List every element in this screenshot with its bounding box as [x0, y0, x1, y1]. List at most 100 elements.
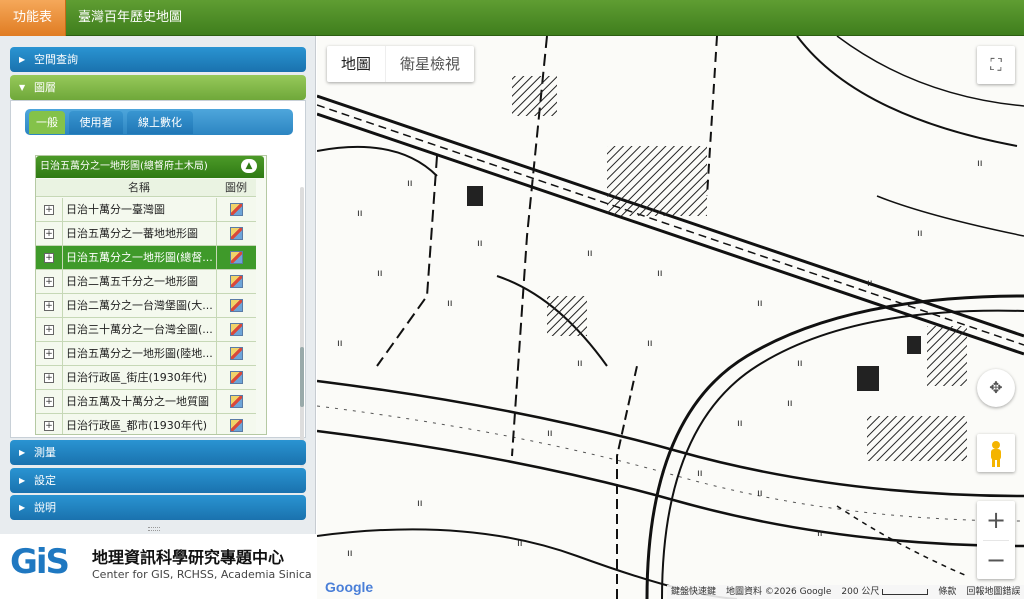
cell-divider [216, 246, 217, 270]
accordion-label: 圖層 [34, 81, 56, 94]
layer-name: 日治行政區_街庄(1930年代) [66, 371, 208, 384]
logo-english-name: Center for GIS, RCHSS, Academia Sinica [92, 568, 312, 581]
legend-icon[interactable] [230, 419, 243, 432]
accordion-label: 設定 [34, 474, 56, 487]
scrollbar[interactable] [300, 187, 304, 467]
pegman-icon[interactable] [977, 434, 1015, 472]
expand-icon[interactable]: + [44, 301, 54, 311]
expand-icon[interactable]: + [44, 277, 54, 287]
svg-text:ıı: ıı [797, 358, 803, 369]
tab-online-digitize[interactable]: 線上數化 [127, 111, 193, 134]
expand-icon[interactable]: + [44, 373, 54, 383]
google-logo: Google [325, 579, 374, 595]
legend-icon[interactable] [230, 275, 243, 288]
table-row[interactable]: + 日治行政區_都市(1930年代) [36, 414, 256, 434]
table-header: 名稱 圖例 [36, 179, 256, 197]
accordion-settings[interactable]: ▶ 設定 [10, 468, 306, 493]
panel-resize-grip[interactable] [148, 527, 160, 531]
expand-icon[interactable]: + [44, 349, 54, 359]
camera-control-icon[interactable]: ✥ [977, 369, 1015, 407]
expand-icon[interactable]: + [44, 253, 54, 263]
svg-text:ıı: ıı [817, 528, 823, 539]
legend-icon[interactable] [230, 227, 243, 240]
accordion-label: 測量 [34, 446, 56, 459]
table-row[interactable]: + 日治五萬分之一地形圖(總督... [36, 246, 256, 270]
layer-name: 日治五萬分之一地形圖(總督... [66, 251, 213, 264]
tab-general[interactable]: 一般 [29, 111, 65, 134]
legend-icon[interactable] [230, 251, 243, 264]
fullscreen-icon[interactable]: ⛶ [977, 46, 1015, 84]
table-row[interactable]: + 日治二萬五千分之一地形圖 [36, 270, 256, 294]
terms-link[interactable]: 條款 [938, 585, 956, 599]
chevron-down-icon: ▼ [19, 83, 26, 92]
zoom-in-button[interactable]: + [977, 501, 1015, 540]
map-canvas[interactable]: ıı ıı ıı ıı ıı ıı ıı ıı ıı ıı ıı ıı ıı ıı ıı ıı ıı ı… [317, 36, 1024, 599]
scale-bar [882, 588, 929, 595]
zoom-out-button[interactable]: − [977, 541, 1015, 580]
svg-text:ıı: ıı [407, 178, 413, 189]
cell-divider [62, 366, 63, 390]
table-row[interactable]: + 日治三十萬分之一台灣全圖(... [36, 318, 256, 342]
expand-icon[interactable]: + [44, 205, 54, 215]
svg-text:ıı: ıı [867, 278, 873, 289]
svg-text:ıı: ıı [737, 418, 743, 429]
layer-name: 日治行政區_都市(1930年代) [66, 419, 208, 432]
layer-name: 日治五萬分之一地形圖(陸地... [66, 347, 213, 360]
map-type-satellite-button[interactable]: 衛星檢視 [386, 46, 474, 82]
caption-text: 日治五萬分之一地形圖(總督府土木局) [40, 161, 208, 172]
cell-divider [216, 390, 217, 414]
svg-text:ıı: ıı [357, 208, 363, 219]
table-row[interactable]: + 日治行政區_街庄(1930年代) [36, 366, 256, 390]
layer-table-caption: 日治五萬分之一地形圖(總督府土木局) ▲ [36, 156, 264, 178]
legend-icon[interactable] [230, 371, 243, 384]
svg-text:ıı: ıı [337, 338, 343, 349]
map-type-map-button[interactable]: 地圖 [327, 46, 387, 82]
cell-divider [62, 294, 63, 318]
svg-text:ıı: ıı [377, 268, 383, 279]
map-attribution-bar: 鍵盤快速鍵 地圖資料 ©2026 Google 200 公尺 條款 回報地圖錯誤 [667, 585, 1024, 599]
legend-icon[interactable] [230, 203, 243, 216]
accordion-help[interactable]: ▶ 說明 [10, 495, 306, 520]
legend-icon[interactable] [230, 323, 243, 336]
svg-text:ıı: ıı [477, 238, 483, 249]
accordion-measure[interactable]: ▶ 測量 [10, 440, 306, 465]
accordion-label: 空間查詢 [34, 53, 78, 66]
cell-divider [216, 342, 217, 366]
table-row[interactable]: + 日治五萬分之一蕃地地形圖 [36, 222, 256, 246]
svg-text:ıı: ıı [917, 228, 923, 239]
table-row[interactable]: + 日治十萬分一臺灣圖 [36, 198, 256, 222]
scale-indicator[interactable]: 200 公尺 [841, 585, 929, 599]
menu-button[interactable]: 功能表 [0, 0, 66, 36]
table-row[interactable]: + 日治二萬分之一台灣堡圖(大... [36, 294, 256, 318]
left-panel: ▶ 空間查詢 ▼ 圖層 一般 使用者 線上數化 日治五萬分之一地形圖(總督府土木… [0, 36, 316, 599]
expand-icon[interactable]: + [44, 325, 54, 335]
chevron-right-icon: ▶ [19, 503, 26, 512]
expand-icon[interactable]: + [44, 421, 54, 431]
table-row[interactable]: + 日治五萬及十萬分之一地質圖 [36, 390, 256, 414]
table-row[interactable]: + 日治五萬分之一地形圖(陸地... [36, 342, 256, 366]
cell-divider [216, 198, 217, 222]
cell-divider [216, 414, 217, 434]
report-map-error-link[interactable]: 回報地圖錯誤 [966, 585, 1020, 599]
expand-icon[interactable]: + [44, 397, 54, 407]
accordion-label: 說明 [34, 501, 56, 514]
keyboard-shortcuts-link[interactable]: 鍵盤快速鍵 [671, 585, 716, 599]
legend-icon[interactable] [230, 395, 243, 408]
collapse-icon[interactable]: ▲ [241, 159, 257, 173]
app-title: 臺灣百年歷史地圖 [78, 10, 183, 25]
layer-name: 日治二萬分之一台灣堡圖(大... [66, 299, 213, 312]
accordion-layers[interactable]: ▼ 圖層 [10, 75, 306, 100]
historic-map-image: ıı ıı ıı ıı ıı ıı ıı ıı ıı ıı ıı ıı ıı ıı ıı ıı ıı ı… [317, 36, 1024, 599]
tab-user[interactable]: 使用者 [69, 111, 123, 134]
legend-icon[interactable] [230, 347, 243, 360]
cell-divider [62, 246, 63, 270]
layer-table: 日治五萬分之一地形圖(總督府土木局) ▲ 名稱 圖例 + 日治十萬分一臺灣圖 + 日治… [35, 155, 267, 435]
svg-text:ıı: ıı [697, 468, 703, 479]
col-legend-header: 圖例 [225, 181, 247, 194]
layers-panel: 一般 使用者 線上數化 日治五萬分之一地形圖(總督府土木局) ▲ 名稱 圖例 +… [10, 100, 306, 467]
legend-icon[interactable] [230, 299, 243, 312]
scrollbar-thumb[interactable] [300, 347, 304, 407]
scale-label: 200 公尺 [841, 587, 880, 597]
accordion-spatial-query[interactable]: ▶ 空間查詢 [10, 47, 306, 72]
expand-icon[interactable]: + [44, 229, 54, 239]
